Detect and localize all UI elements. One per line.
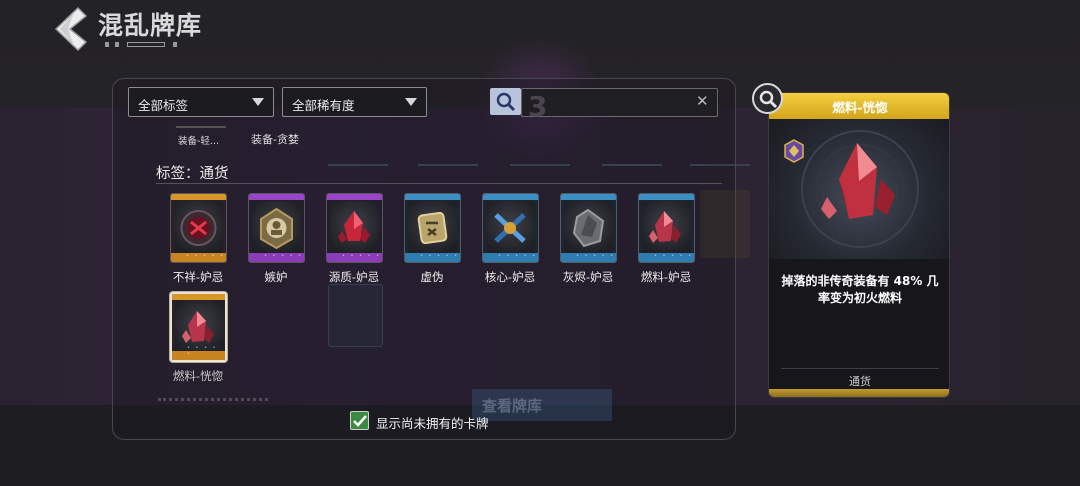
inspect-button[interactable] xyxy=(752,83,783,114)
fuel-crystal-icon xyxy=(649,211,681,243)
background-view-deck-button: 查看牌库 xyxy=(472,389,612,421)
background-glyph: 3 xyxy=(528,90,548,123)
subtab-equip-greed[interactable]: 装备-贪婪 xyxy=(251,131,299,147)
card-label: 不祥-妒忌 xyxy=(172,270,224,284)
cursed-seal-icon xyxy=(180,210,217,246)
close-icon[interactable]: ✕ xyxy=(696,92,709,110)
background-row xyxy=(510,158,570,166)
chevron-down-icon xyxy=(405,98,417,106)
background-row xyxy=(690,158,750,166)
red-crystal-icon xyxy=(338,211,370,243)
rarity-bar xyxy=(769,389,949,397)
card-item[interactable]: • • • • • xyxy=(326,193,383,263)
detail-title: 燃料-恍惚 xyxy=(832,100,888,115)
background-row xyxy=(328,158,388,166)
background-row xyxy=(418,158,478,166)
card-item[interactable]: • • • • • xyxy=(560,193,617,263)
detail-tag: 通货 xyxy=(849,375,871,388)
background-row xyxy=(602,158,662,166)
background-card xyxy=(328,284,383,347)
title-decoration xyxy=(105,42,183,48)
background-text xyxy=(158,398,268,407)
card-item[interactable]: • • • • • xyxy=(170,193,227,263)
card-item-selected[interactable]: • • • • • xyxy=(170,292,227,362)
tag-filter-value: 全部标签 xyxy=(138,98,189,113)
card-label: 燃料-恍惚 xyxy=(172,369,224,383)
subtab-divider xyxy=(176,126,226,128)
card-item[interactable]: • • • • • xyxy=(248,193,305,263)
background-card xyxy=(700,190,750,258)
show-unowned-label[interactable]: 显示尚未拥有的卡牌 xyxy=(376,413,489,432)
search-icon xyxy=(496,92,516,112)
tag-filter-dropdown[interactable]: 全部标签 xyxy=(128,87,274,117)
section-tag-label: 标签：通货 xyxy=(156,166,229,182)
detail-description: 掉落的非传奇装备有 48% 几率变为初火燃料 xyxy=(781,274,939,305)
back-button[interactable] xyxy=(48,6,88,52)
show-unowned-checkbox[interactable] xyxy=(350,411,369,430)
page-title: 混乱牌库 xyxy=(98,11,203,40)
ash-shard-icon xyxy=(572,208,605,248)
chevron-down-icon xyxy=(252,98,264,106)
search-button[interactable] xyxy=(490,88,521,115)
section-divider xyxy=(156,183,722,184)
rarity-filter-value: 全部稀有度 xyxy=(292,98,355,113)
card-item[interactable]: • • • • • xyxy=(482,193,539,263)
tablet-icon xyxy=(417,211,448,245)
search-input[interactable] xyxy=(521,88,718,117)
subtab-equip-light[interactable]: 装备-轻... xyxy=(178,133,219,147)
card-label: 灰烬-妒忌 xyxy=(562,270,614,284)
detail-divider xyxy=(781,368,939,369)
rarity-filter-dropdown[interactable]: 全部稀有度 xyxy=(282,87,427,117)
search-icon xyxy=(759,90,778,109)
core-cross-icon xyxy=(494,213,526,243)
chevron-left-icon xyxy=(54,6,88,52)
card-item[interactable]: • • • • • xyxy=(404,193,461,263)
card-label: 燃料-妒忌 xyxy=(640,270,692,284)
card-item[interactable]: • • • • • xyxy=(638,193,695,263)
bust-medallion-icon xyxy=(260,207,293,250)
card-label: 核心-妒忌 xyxy=(484,270,536,284)
card-label: 嫉妒 xyxy=(264,270,288,284)
card-label: 源质-妒忌 xyxy=(328,270,380,284)
card-label: 虚伪 xyxy=(420,270,444,284)
checkmark-icon xyxy=(353,415,367,427)
rarity-badge-icon xyxy=(781,138,807,164)
